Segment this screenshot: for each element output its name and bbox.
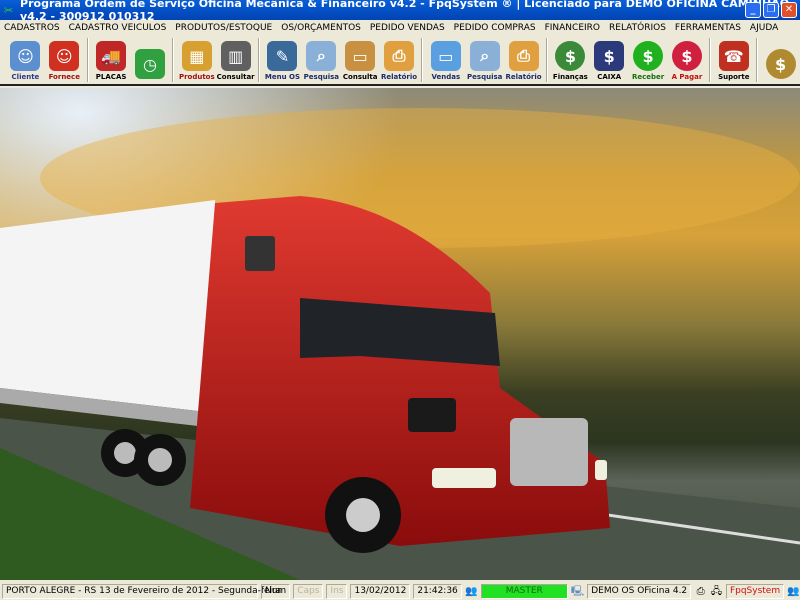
green-dollar-icon: $ [633,41,664,71]
toolbar-button-label: Vendas [431,73,461,81]
menu-pedido-compras[interactable]: PEDIDO COMPRAS [454,23,536,33]
title-bar: ✂ Programa Ordem de Serviço Oficina Mecâ… [0,0,800,23]
menu-bar: CADASTROS CADASTRO VEICULOS PRODUTOS/EST… [0,20,800,36]
printer-icon: ⎙ [508,41,539,71]
dollar-pie-icon: $ [555,41,586,71]
menu-ajuda[interactable]: AJUDA [750,23,778,33]
truck-illustration [0,88,800,580]
toolbar-button-produtos[interactable]: ▦ Produtos [177,36,216,84]
toolbar-button-suporte[interactable]: ☎ Suporte [714,36,753,84]
toolbar-button-label: Pesquisa [303,73,339,81]
toolbar-separator [172,38,175,82]
search-docs-icon: ⌕ [469,41,500,71]
app-icon: ✂ [4,4,14,17]
toolbar-separator [421,38,424,82]
toolbar-button-label: Consultar [216,73,255,81]
status-location-date: PORTO ALEGRE - RS 13 de Fevereiro de 201… [2,583,281,599]
toolbar-button-label: Receber [631,73,665,81]
toolbar-button-caixa[interactable]: $ CAIXA [590,36,629,84]
toolbar-button-label: Pesquisa [467,73,503,81]
status-company: DEMO OS OFicina 4.2 [587,583,692,599]
monitor-icon: ▭ [430,41,461,71]
close-button[interactable]: ✕ [781,2,797,18]
toolbar-button-consultar[interactable]: ▥ Consultar [216,36,255,84]
toolbar-separator [545,38,548,82]
toolbar-button-label: PLACAS [95,73,127,81]
toolbar-button-label: Consulta [342,73,378,81]
restore-button[interactable]: ❐ [763,2,779,18]
toolbar-button-finan-as[interactable]: $ Finanças [551,36,590,84]
drawer-icon: ▭ [345,41,376,71]
toolbar-button-label: Finanças [552,73,588,81]
toolbar-button-label: Relatório [505,73,542,81]
status-bar: PORTO ALEGRE - RS 13 de Fevereiro de 201… [0,582,800,600]
supplier-person-icon: ☺ [49,41,80,71]
users-icon: 👥 [787,585,800,597]
toolbar-button-cliente[interactable]: ☺ Cliente [6,36,45,84]
menu-produtos-estoque[interactable]: PRODUTOS/ESTOQUE [175,23,272,33]
search-docs-icon: ⌕ [306,41,337,71]
toolbar-button-placas[interactable]: 🚚 PLACAS [92,36,131,84]
status-time: 21:42:36 [413,583,462,599]
support-headset-icon: ☎ [718,41,749,71]
toolbar-button-label: Fornece [48,73,80,81]
menu-relatorios[interactable]: RELATÓRIOS [609,23,666,33]
computer-icon: 🖳 [570,585,585,597]
status-num: Num [261,583,291,599]
barcode-icon: ▥ [220,41,251,71]
toolbar-button-fornece[interactable]: ☺ Fornece [45,36,84,84]
menu-financeiro[interactable]: FINANCEIRO [545,23,600,33]
menu-cadastro-veiculos[interactable]: CADASTRO VEICULOS [69,23,167,33]
truck-icon: 🚚 [96,41,127,71]
toolbar-button-vendas[interactable]: ▭ Vendas [426,36,465,84]
toolbar-button-receber[interactable]: $ Receber [629,36,668,84]
menu-pedido-vendas[interactable]: PEDIDO VENDAS [370,23,445,33]
toolbar-separator [756,38,759,82]
toolbar-button-calendar-clock[interactable]: ◷ [131,36,170,84]
printer-icon: ⎙ [384,41,415,71]
minimize-button[interactable]: _ [745,2,761,18]
toolbar: ☺ Cliente ☺ Fornece 🚚 PLACAS ◷ ▦ Produtos ▥ Consul… [0,36,800,86]
calendar-clock-icon: ◷ [134,49,165,79]
toolbar-button-coins[interactable]: $ [761,36,800,84]
cash-book-icon: $ [594,41,625,71]
status-user: MASTER [480,583,568,599]
users-icon: 👥 [465,585,478,597]
toolbar-button-menu-os[interactable]: ✎ Menu OS [263,36,302,84]
red-dollar-icon: $ [671,41,702,71]
menu-cadastros[interactable]: CADASTROS [4,23,60,33]
toolbar-button-label: Suporte [718,73,750,81]
toolbar-button-pesquisa[interactable]: ⌕ Pesquisa [302,36,341,84]
network-icon[interactable]: 🖧 [710,585,723,598]
toolbar-button-consulta[interactable]: ▭ Consulta [341,36,380,84]
toolbar-separator [258,38,261,82]
status-brand: FpqSystem [725,583,785,599]
toolbar-button-pesquisa[interactable]: ⌕ Pesquisa [465,36,504,84]
toolbar-button-label: Menu OS [264,73,301,81]
coins-icon: $ [765,49,796,79]
status-date: 13/02/2012 [350,583,411,599]
toolbar-button-a-pagar[interactable]: $ A Pagar [668,36,707,84]
toolbar-separator [86,38,89,82]
toolbar-button-label: Produtos [178,73,215,81]
menu-os-orcamentos[interactable]: OS/ORÇAMENTOS [281,23,361,33]
toolbar-button-label: Relatório [380,73,418,81]
boxes-icon: ▦ [181,41,212,71]
toolbar-button-label: A Pagar [671,73,703,81]
background-truck-image [0,88,800,580]
person-icon: ☺ [10,41,41,71]
clipboard-icon: ✎ [267,41,298,71]
status-ins: Ins [326,583,348,599]
printer-icon[interactable]: ⎙ [694,585,707,598]
toolbar-button-relat-rio[interactable]: ⎙ Relatório [380,36,419,84]
toolbar-separator [709,38,712,82]
menu-ferramentas[interactable]: FERRAMENTAS [675,23,741,33]
status-caps: Caps [293,583,324,599]
toolbar-button-label: Cliente [11,73,40,81]
toolbar-button-label: CAIXA [597,73,622,81]
toolbar-button-relat-rio[interactable]: ⎙ Relatório [504,36,543,84]
